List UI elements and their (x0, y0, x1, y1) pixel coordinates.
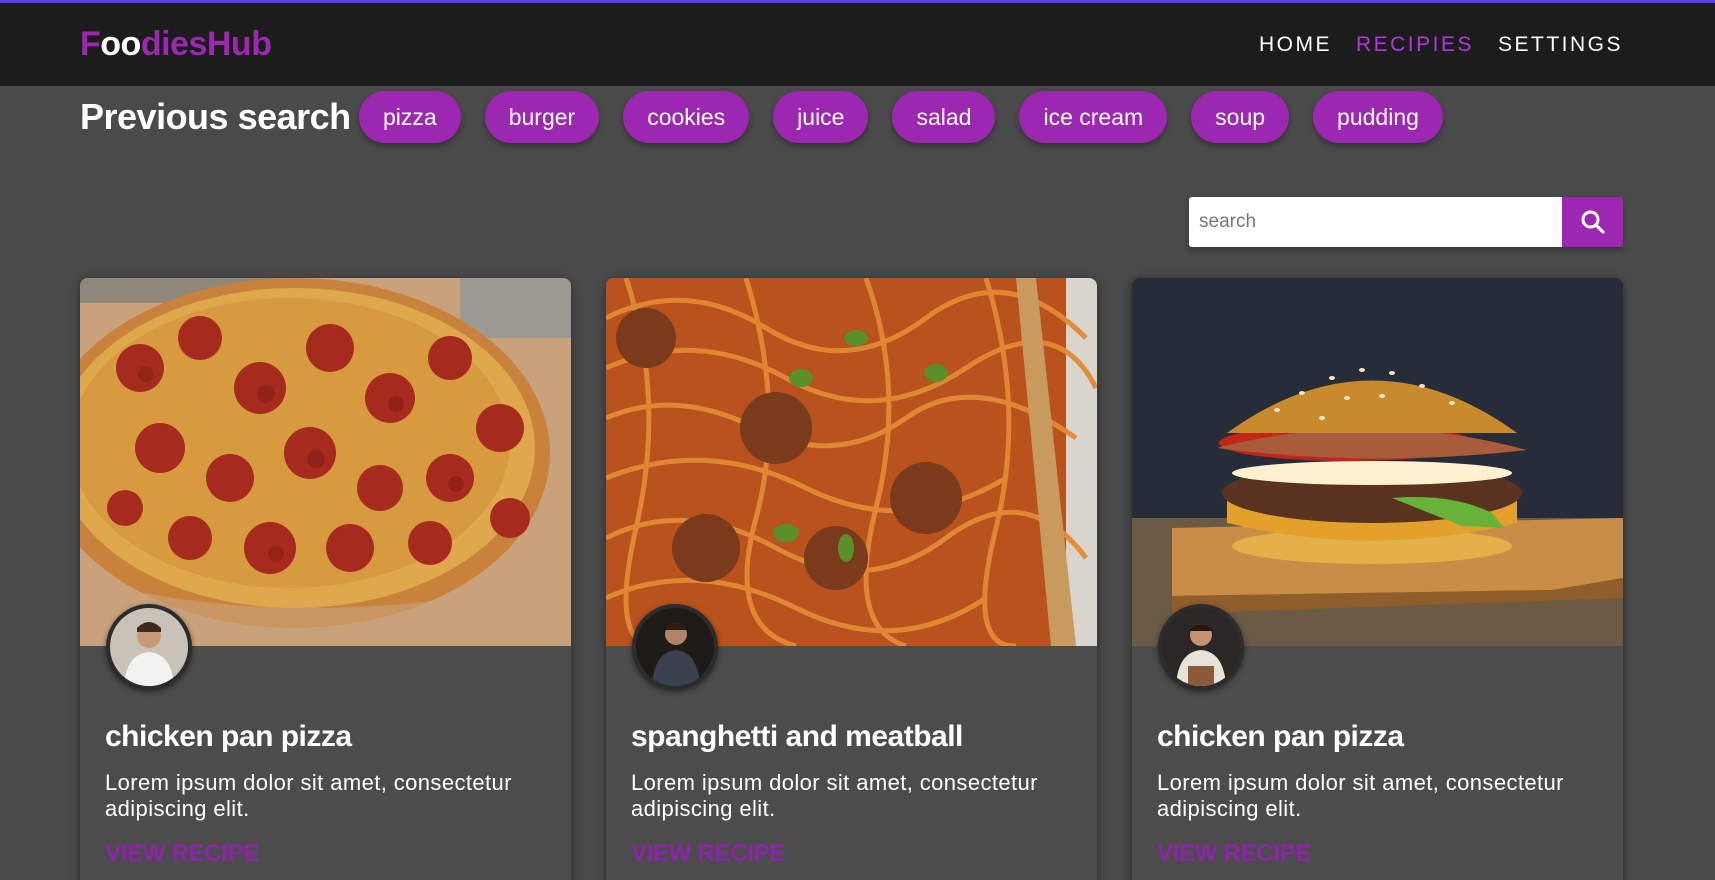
view-recipe-link[interactable]: VIEW RECIPE (631, 840, 785, 868)
recipe-card: spanghetti and meatball Lorem ipsum dolo… (606, 278, 1097, 880)
logo-part: dies (140, 25, 208, 63)
card-title: spanghetti and meatball (631, 720, 963, 753)
logo-part: Hub (206, 25, 272, 63)
search-chip-burger[interactable]: burger (484, 91, 600, 143)
card-title: chicken pan pizza (1157, 720, 1404, 753)
main-nav: HOME RECIPIES SETTINGS (1259, 33, 1623, 57)
search-icon (1581, 210, 1605, 234)
search-chip-pizza[interactable]: pizza (359, 91, 461, 143)
search-chip-juice[interactable]: juice (773, 91, 869, 143)
search-button[interactable] (1562, 197, 1623, 247)
nav-link-home[interactable]: HOME (1259, 33, 1332, 57)
chef-avatar[interactable] (632, 604, 718, 690)
pizza-image[interactable] (80, 278, 571, 646)
recipe-card: chicken pan pizza Lorem ipsum dolor sit … (1132, 278, 1623, 880)
card-title: chicken pan pizza (105, 720, 352, 753)
search-chip-pudding[interactable]: pudding (1313, 91, 1443, 143)
previous-search-chips: pizza burger cookies juice salad ice cre… (359, 91, 1443, 143)
spaghetti-image[interactable] (606, 278, 1097, 646)
search-chip-salad[interactable]: salad (892, 91, 996, 143)
search-chip-ice-cream[interactable]: ice cream (1019, 91, 1168, 143)
chef-avatar[interactable] (1158, 604, 1244, 690)
search-chip-soup[interactable]: soup (1191, 91, 1290, 143)
logo-part: F (80, 25, 101, 63)
search-chip-cookies[interactable]: cookies (623, 91, 750, 143)
nav-link-settings[interactable]: SETTINGS (1498, 33, 1623, 57)
view-recipe-link[interactable]: VIEW RECIPE (105, 840, 259, 868)
site-logo[interactable]: FoodiesHub (80, 25, 272, 64)
logo-part: oo (100, 25, 141, 63)
card-description: Lorem ipsum dolor sit amet, consectetur … (105, 770, 512, 821)
view-recipe-link[interactable]: VIEW RECIPE (1157, 840, 1311, 868)
search-bar (1189, 197, 1623, 247)
card-description: Lorem ipsum dolor sit amet, consectetur … (1157, 770, 1564, 821)
recipe-card: chicken pan pizza Lorem ipsum dolor sit … (80, 278, 571, 880)
chef-avatar[interactable] (106, 604, 192, 690)
nav-link-recipies[interactable]: RECIPIES (1356, 33, 1474, 57)
search-input[interactable] (1189, 197, 1562, 247)
burger-image[interactable] (1132, 278, 1623, 646)
navbar: FoodiesHub HOME RECIPIES SETTINGS (0, 3, 1715, 86)
card-description: Lorem ipsum dolor sit amet, consectetur … (631, 770, 1038, 821)
previous-search-title: Previous search (80, 96, 351, 137)
